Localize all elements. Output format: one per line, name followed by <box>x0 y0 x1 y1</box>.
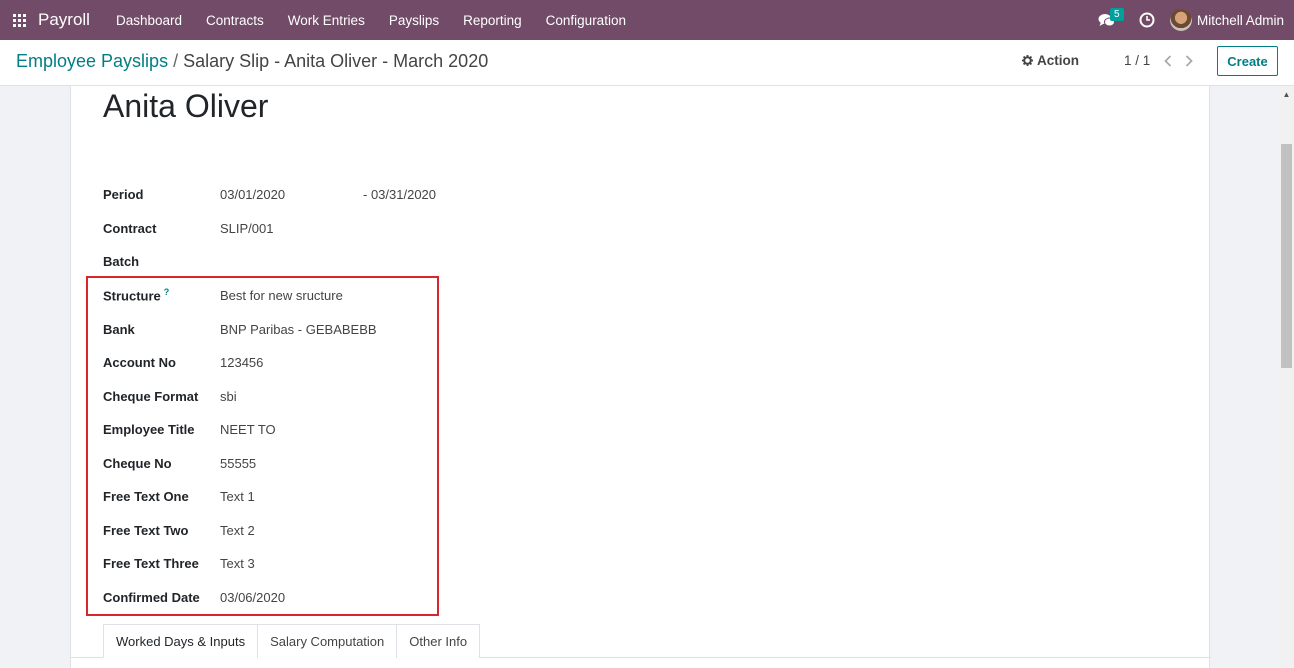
menu-configuration[interactable]: Configuration <box>534 0 638 40</box>
form-sheet: Anita Oliver Period 03/01/2020 - 03/31/2… <box>70 86 1211 668</box>
free-text-one-label: Free Text One <box>103 488 189 504</box>
employee-title-label: Employee Title <box>103 421 195 437</box>
message-count-badge: 5 <box>1109 8 1124 21</box>
chevron-left-icon[interactable] <box>1160 50 1176 72</box>
period-row: Period 03/01/2020 - 03/31/2020 <box>103 184 436 204</box>
apps-grid-icon[interactable] <box>0 0 38 40</box>
free-text-one-field[interactable]: Text 1 <box>220 489 255 504</box>
pager-value[interactable]: 1 / 1 <box>1124 53 1150 68</box>
menu-reporting[interactable]: Reporting <box>451 0 534 40</box>
menu-dashboard[interactable]: Dashboard <box>104 0 194 40</box>
free-text-two-row: Free Text Two Text 2 <box>103 520 255 540</box>
period-end-field[interactable]: - 03/31/2020 <box>363 187 436 202</box>
period-label: Period <box>103 186 144 202</box>
bank-row: Bank BNP Paribas - GEBABEBB <box>103 319 377 339</box>
scroll-up-arrow-icon[interactable]: ▲ <box>1279 86 1294 102</box>
free-text-two-label: Free Text Two <box>103 522 189 538</box>
confirmed-date-row: Confirmed Date 03/06/2020 <box>103 587 285 607</box>
confirmed-date-field[interactable]: 03/06/2020 <box>220 590 285 605</box>
contract-field[interactable]: SLIP/001 <box>220 221 274 236</box>
chevron-right-icon[interactable] <box>1181 50 1197 72</box>
vertical-scrollbar[interactable]: ▲ <box>1279 86 1294 668</box>
free-text-three-label: Free Text Three <box>103 555 199 571</box>
gear-icon <box>1022 55 1033 66</box>
account-row: Account No 123456 <box>103 352 263 372</box>
tab-other-info[interactable]: Other Info <box>396 624 481 658</box>
batch-label: Batch <box>103 253 140 269</box>
structure-field[interactable]: Best for new sructure <box>220 288 343 303</box>
cheque-no-field[interactable]: 55555 <box>220 456 256 471</box>
employee-name[interactable]: Anita Oliver <box>103 88 268 125</box>
structure-help-icon[interactable]: ? <box>164 287 170 297</box>
free-text-two-field[interactable]: Text 2 <box>220 523 255 538</box>
clock-icon <box>1139 12 1155 28</box>
breadcrumb: Employee Payslips / Salary Slip - Anita Ol… <box>16 51 488 72</box>
contract-row: Contract SLIP/001 <box>103 218 274 238</box>
notebook-tabs: Worked Days & Inputs Salary Computation … <box>103 624 481 658</box>
tab-salary-computation[interactable]: Salary Computation <box>257 624 398 658</box>
breadcrumb-current: Salary Slip - Anita Oliver - March 2020 <box>183 51 489 71</box>
action-button[interactable]: Action <box>1022 53 1079 68</box>
create-button[interactable]: Create <box>1217 46 1278 76</box>
cheque-format-field[interactable]: sbi <box>220 389 237 404</box>
app-brand[interactable]: Payroll <box>38 10 90 30</box>
structure-label: Structure? <box>103 287 220 303</box>
period-start-field[interactable]: 03/01/2020 <box>220 187 285 202</box>
confirmed-date-label: Confirmed Date <box>103 589 200 605</box>
action-label: Action <box>1037 53 1079 68</box>
cheque-format-label: Cheque Format <box>103 388 199 404</box>
bank-label: Bank <box>103 321 135 337</box>
avatar <box>1169 9 1192 31</box>
cheque-no-label: Cheque No <box>103 455 172 471</box>
tab-worked-days-inputs[interactable]: Worked Days & Inputs <box>103 624 259 658</box>
account-no-label: Account No <box>103 354 176 370</box>
cheque-no-row: Cheque No 55555 <box>103 453 256 473</box>
bank-field[interactable]: BNP Paribas - GEBABEBB <box>220 322 377 337</box>
contract-label: Contract <box>103 220 157 236</box>
cheque-format-row: Cheque Format sbi <box>103 386 237 406</box>
user-menu[interactable]: Mitchell Admin <box>1169 9 1294 31</box>
free-text-three-field[interactable]: Text 3 <box>220 556 255 571</box>
control-panel: Employee Payslips / Salary Slip - Anita Ol… <box>0 40 1294 86</box>
menu-work-entries[interactable]: Work Entries <box>276 0 377 40</box>
messages-button[interactable]: 5 <box>1092 0 1124 40</box>
account-no-field[interactable]: 123456 <box>220 355 263 370</box>
top-navbar: Payroll Dashboard Contracts Work Entries… <box>0 0 1294 40</box>
breadcrumb-separator: / <box>173 51 179 71</box>
user-name: Mitchell Admin <box>1196 12 1284 28</box>
employee-title-row: Employee Title NEET TO <box>103 419 276 439</box>
employee-title-field[interactable]: NEET TO <box>220 422 276 437</box>
menu-payslips[interactable]: Payslips <box>377 0 451 40</box>
scrollbar-thumb[interactable] <box>1281 144 1292 368</box>
activities-button[interactable] <box>1132 0 1162 40</box>
structure-row: Structure? Best for new sructure <box>103 285 343 305</box>
menu-contracts[interactable]: Contracts <box>194 0 276 40</box>
free-text-one-row: Free Text One Text 1 <box>103 486 255 506</box>
breadcrumb-employee-payslips[interactable]: Employee Payslips <box>16 51 168 71</box>
batch-row: Batch <box>103 251 220 271</box>
free-text-three-row: Free Text Three Text 3 <box>103 553 255 573</box>
structure-label-text: Structure <box>103 288 161 304</box>
